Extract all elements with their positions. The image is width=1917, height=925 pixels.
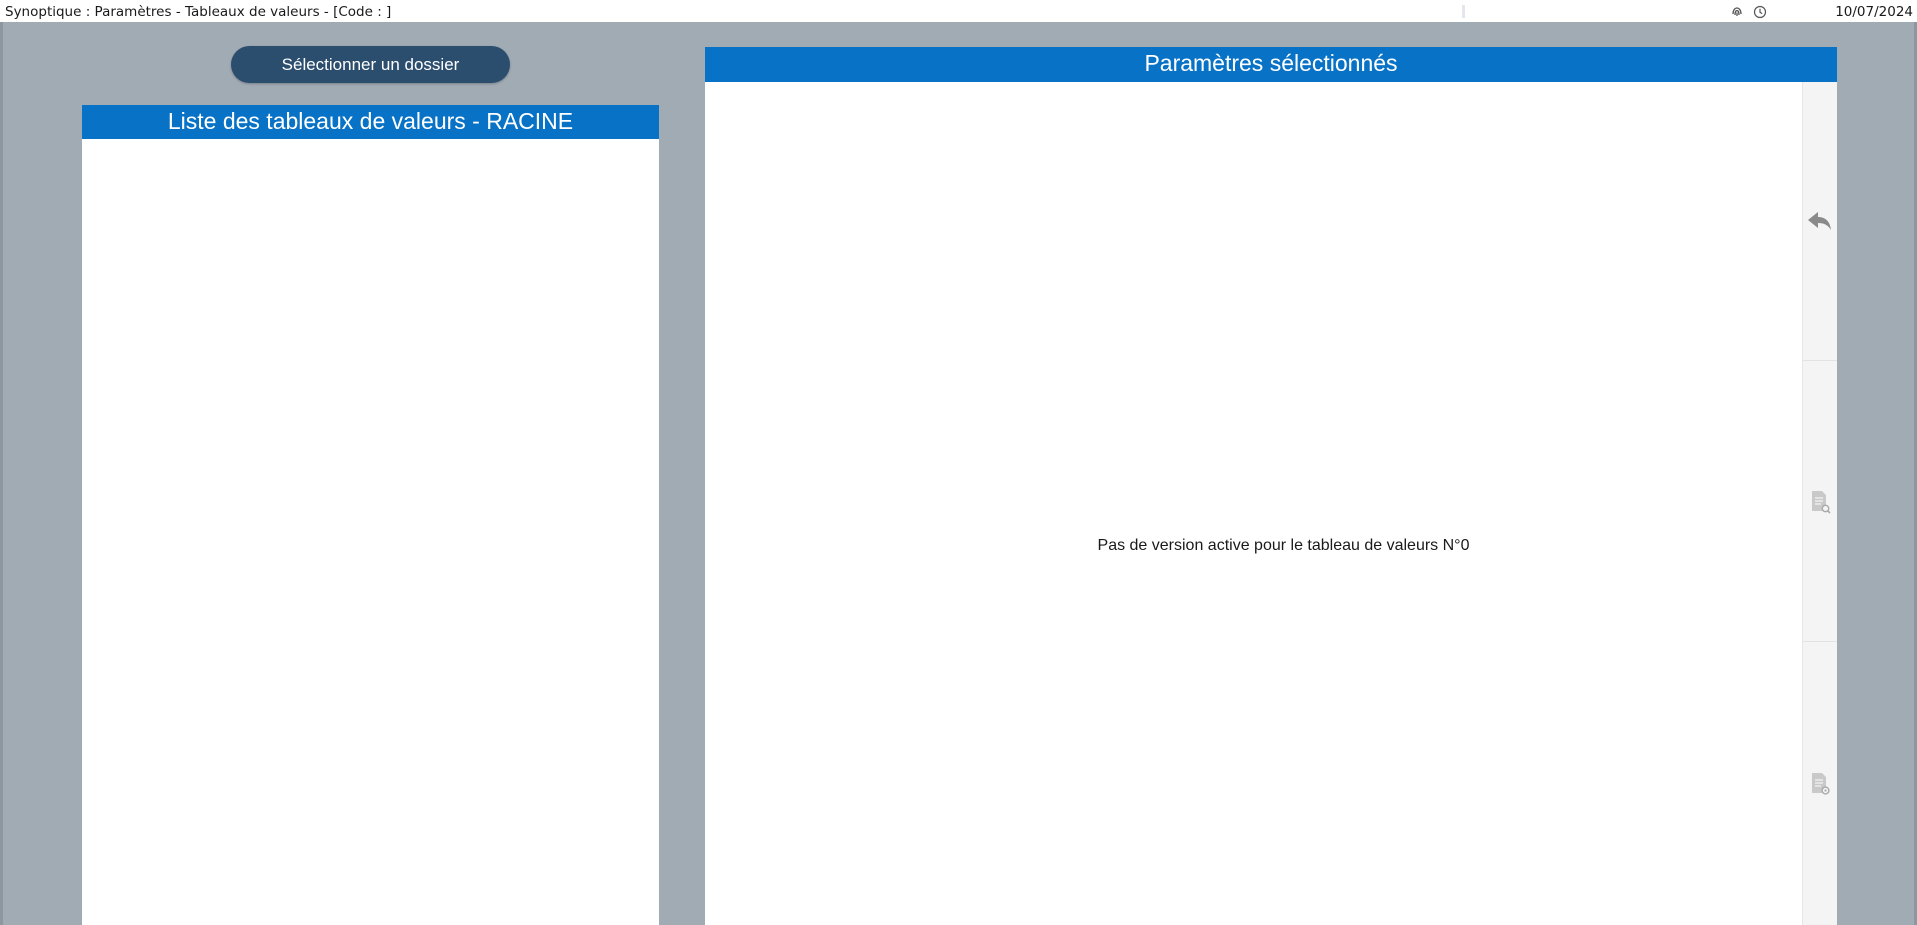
selected-parameters-content: Pas de version active pour le tableau de… <box>705 82 1802 925</box>
selected-parameters-title: Paramètres sélectionnés <box>705 47 1837 82</box>
undo-icon <box>1808 212 1831 230</box>
view-document-button[interactable] <box>1803 363 1837 642</box>
no-active-version-message: Pas de version active pour le tableau de… <box>1097 537 1470 554</box>
value-tables-list-panel: Liste des tableaux de valeurs - RACINE <box>82 105 659 925</box>
title-bar: Synoptique : Paramètres - Tableaux de va… <box>0 0 1917 23</box>
current-date: 10/07/2024 <box>1835 4 1913 20</box>
fingerprint-icon[interactable] <box>1730 5 1744 19</box>
select-folder-button[interactable]: Sélectionner un dossier <box>231 46 510 83</box>
value-tables-list[interactable] <box>82 139 659 925</box>
undo-button[interactable] <box>1803 82 1837 361</box>
value-tables-list-title: Liste des tableaux de valeurs - RACINE <box>82 105 659 139</box>
title-divider <box>1462 5 1465 18</box>
clock-icon[interactable] <box>1753 5 1767 19</box>
document-settings-icon <box>1812 772 1830 795</box>
document-settings-button[interactable] <box>1803 644 1837 923</box>
document-search-icon <box>1812 491 1831 514</box>
window-title: Synoptique : Paramètres - Tableaux de va… <box>5 4 392 20</box>
selected-parameters-panel: Paramètres sélectionnés Pas de version a… <box>705 47 1837 925</box>
side-toolbar <box>1802 82 1837 925</box>
